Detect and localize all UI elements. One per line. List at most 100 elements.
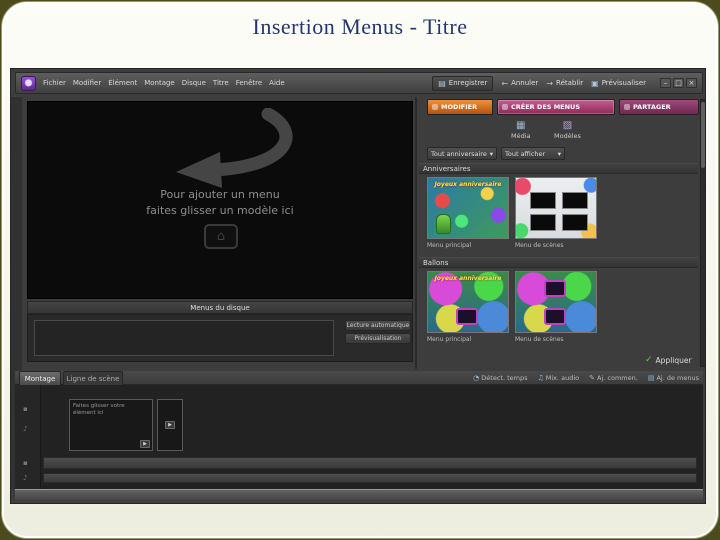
menu-placeholder-icon: ⌂ <box>204 224 238 249</box>
disc-menus-empty-area[interactable] <box>34 320 334 356</box>
add-narration-button[interactable]: ✎ Aj. commen. <box>589 374 638 382</box>
close-button[interactable]: × <box>686 78 697 88</box>
scrollbar-thumb[interactable] <box>701 102 705 168</box>
disc-preview-button[interactable]: Prévisualisation <box>345 333 411 344</box>
disc-menus-header: Menus du disque <box>27 301 413 314</box>
add-narration-label: Aj. commen. <box>597 374 638 382</box>
cartoon-character <box>436 214 451 234</box>
media-icon: ▦ <box>516 120 526 131</box>
timeline-clip[interactable]: Faites glisser votre élément ici ▶ <box>69 399 153 451</box>
clock-icon: ◔ <box>473 374 480 382</box>
share-icon <box>624 104 630 110</box>
templates-icon: ▧ <box>562 120 573 131</box>
save-label: Enregistrer <box>448 79 488 87</box>
detect-time-button[interactable]: ◔ Détect. temps <box>473 374 527 382</box>
photo-frame <box>530 214 556 231</box>
menubar-item-montage[interactable]: Montage <box>144 79 175 87</box>
save-icon: ▤ <box>438 78 446 88</box>
timeline-track-bar[interactable] <box>43 473 697 483</box>
disc-icon <box>502 104 508 110</box>
app-window: Fichier Modifier Élément Montage Disque … <box>10 68 706 504</box>
menubar-item-element[interactable]: Élément <box>108 79 137 87</box>
drop-hint-line2: faites glisser un modèle ici <box>146 204 294 217</box>
timeline-clip[interactable]: ▶ <box>157 399 183 451</box>
menubar-item-fichier[interactable]: Fichier <box>43 79 66 87</box>
tab-modifier[interactable]: MODIFIER <box>427 99 493 115</box>
chevron-down-icon: ▾ <box>557 149 561 158</box>
template-thumbnail-ballons-principal[interactable]: Joyeux anniversaire <box>427 271 509 333</box>
app-logo-icon[interactable] <box>21 75 36 91</box>
menubar-item-disque[interactable]: Disque <box>182 79 206 87</box>
detect-time-label: Détect. temps <box>481 374 528 382</box>
menubar-item-titre[interactable]: Titre <box>213 79 229 87</box>
template-category-dropdown[interactable]: Tout anniversaire ▾ <box>427 147 497 160</box>
auto-play-label: Lecture automatique <box>346 322 410 329</box>
tab-montage[interactable]: Montage <box>19 371 61 385</box>
tab-creer-des-menus[interactable]: CRÉER DES MENUS <box>497 99 615 115</box>
menubar-item-modifier[interactable]: Modifier <box>73 79 101 87</box>
audio-icon: ♫ <box>537 374 544 382</box>
template-label: Menu principal <box>427 336 472 343</box>
section-ballons-label: Ballons <box>423 258 449 267</box>
media-label: Média <box>511 132 531 140</box>
menubar-item-fenetre[interactable]: Fenêtre <box>236 79 262 87</box>
tab-partager[interactable]: PARTAGER <box>619 99 699 115</box>
tab-creer-label: CRÉER DES MENUS <box>511 103 581 111</box>
presentation-slide: Insertion Menus - Titre Fichier Modifier… <box>1 1 719 539</box>
preview-button[interactable]: ▣ Prévisualiser <box>591 79 646 88</box>
clip-hint-text: Faites glisser votre élément ici <box>73 403 125 417</box>
add-menus-button[interactable]: ▤ Aj. de menus <box>648 374 699 382</box>
undo-label: Annuler <box>511 79 539 87</box>
media-button[interactable]: ▦ Média <box>511 120 531 140</box>
apply-button[interactable]: ✓ Appliquer <box>645 355 692 365</box>
template-thumbnail-anniversaire-principal[interactable]: Joyeux anniversaire <box>427 177 509 239</box>
section-anniversaires: Anniversaires <box>419 163 698 174</box>
panel-scrollbar[interactable] <box>700 99 705 367</box>
redo-button[interactable]: → Rétablir <box>546 79 583 88</box>
undo-icon: ← <box>501 78 509 88</box>
photo-frame <box>562 192 588 209</box>
thumbnail-title-text: Joyeux anniversaire <box>434 181 502 188</box>
edit-icon <box>432 104 438 110</box>
tab-modifier-label: MODIFIER <box>441 103 478 111</box>
template-label: Menu de scènes <box>515 242 564 249</box>
apply-label: Appliquer <box>655 355 692 365</box>
template-thumbnail-ballons-scenes[interactable] <box>515 271 597 333</box>
add-menus-label: Aj. de menus <box>656 374 699 382</box>
undo-button[interactable]: ← Annuler <box>501 79 538 88</box>
redo-label: Rétablir <box>556 79 584 87</box>
slide-title: Insertion Menus - Titre <box>252 14 468 39</box>
chevron-down-icon: ▾ <box>489 149 493 158</box>
menu-preview-dropzone[interactable]: Pour ajouter un menu faites glisser un m… <box>27 101 413 299</box>
preview-label: Prévisualiser <box>601 79 646 87</box>
menu-button-frame <box>544 308 566 325</box>
timeline-tools: ◔ Détect. temps ♫ Mix. audio ✎ Aj. comme… <box>411 372 699 384</box>
status-bar <box>15 489 703 502</box>
timeline-track-bar[interactable] <box>43 457 697 469</box>
photo-frame <box>530 192 556 209</box>
template-thumbnail-anniversaire-scenes[interactable] <box>515 177 597 239</box>
app-titlebar: Fichier Modifier Élément Montage Disque … <box>15 72 703 94</box>
check-icon: ✓ <box>645 355 653 365</box>
timeline-track-area[interactable]: ▪ ♪ ▪ ♪ Faites glisser votre élément ici… <box>15 385 703 489</box>
template-label: Menu de scènes <box>515 336 564 343</box>
maximize-button[interactable]: □ <box>673 78 684 88</box>
view-value: Tout afficher <box>505 149 546 158</box>
save-button[interactable]: ▤ Enregistrer <box>432 75 494 91</box>
minimize-button[interactable]: – <box>660 78 671 88</box>
curved-arrow-graphic <box>176 108 293 188</box>
menubar-item-aide[interactable]: Aide <box>269 79 284 87</box>
monitor-icon: ▣ <box>591 78 599 88</box>
disc-preview-label: Prévisualisation <box>354 335 402 342</box>
templates-button[interactable]: ▧ Modèles <box>554 120 581 140</box>
redo-icon: → <box>546 78 554 88</box>
template-label: Menu principal <box>427 242 472 249</box>
menu-button-frame <box>456 308 478 325</box>
auto-play-button[interactable]: Lecture automatique <box>345 320 411 331</box>
tab-montage-label: Montage <box>24 374 56 383</box>
window-controls: – □ × <box>660 78 697 88</box>
audio-mix-button[interactable]: ♫ Mix. audio <box>537 374 579 382</box>
templates-label: Modèles <box>554 132 581 140</box>
tab-ligne-de-scene[interactable]: Ligne de scène <box>63 371 123 385</box>
template-view-dropdown[interactable]: Tout afficher ▾ <box>501 147 565 160</box>
